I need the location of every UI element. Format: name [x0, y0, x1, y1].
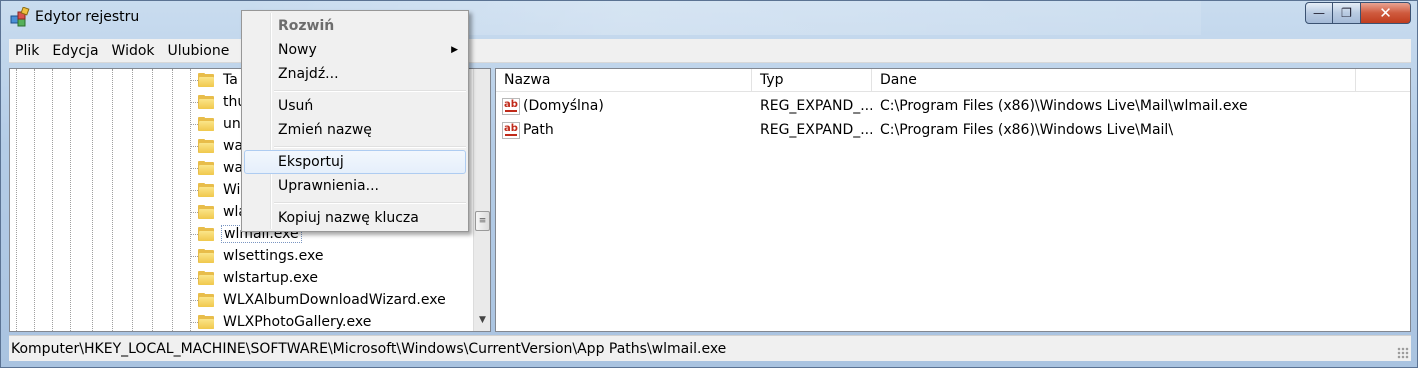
value-name: Path [523, 122, 554, 138]
menu-plik[interactable]: Plik [15, 43, 39, 59]
value-name: (Domyślna) [523, 98, 604, 114]
tree-item-label: WLXPhotoGallery.exe [223, 314, 372, 330]
ctx-new-label: Nowy [278, 42, 317, 58]
tree-item-label: Wi [223, 182, 241, 198]
context-menu: Rozwiń Nowy ▶ Znajdź... Usuń Zmień nazwę … [241, 10, 469, 232]
tree-item[interactable]: WLXAlbumDownloadWizard.exe [190, 289, 448, 311]
value-type: REG_EXPAND_... [760, 122, 872, 138]
menu-separator [274, 90, 466, 92]
registry-editor-app-icon [10, 7, 30, 27]
tree-item[interactable]: wlsettings.exe [190, 245, 448, 267]
value-name-cell: ab Path [496, 121, 752, 139]
folder-icon [198, 205, 215, 219]
window-controls: — ❐ ✕ [1305, 2, 1411, 24]
maximize-button[interactable]: ❐ [1333, 2, 1361, 24]
ctx-new[interactable]: Nowy ▶ [244, 38, 466, 62]
folder-icon [198, 271, 215, 285]
menu-bar: Plik Edycja Widok Ulubione [9, 39, 1411, 63]
value-name-cell: ab (Domyślna) [496, 97, 752, 115]
column-header-data[interactable]: Dane [872, 69, 1356, 92]
window-title: Edytor rejestru [35, 9, 140, 25]
folder-icon [198, 183, 215, 197]
folder-icon [198, 95, 215, 109]
status-path: Komputer\HKEY_LOCAL_MACHINE\SOFTWARE\Mic… [11, 341, 727, 357]
values-list-pane[interactable]: Nazwa Typ Dane ab (Domyślna) REG_EXPAND_.… [495, 68, 1411, 332]
minimize-button[interactable]: — [1305, 2, 1333, 24]
folder-icon [198, 293, 215, 307]
close-button[interactable]: ✕ [1361, 2, 1411, 24]
column-header-name[interactable]: Nazwa [496, 69, 752, 92]
scrollbar-thumb[interactable]: ≡ [475, 211, 490, 231]
folder-icon [198, 161, 215, 175]
string-value-icon: ab [502, 97, 520, 115]
menu-ulubione[interactable]: Ulubione [168, 43, 230, 59]
tree-connector-lines [10, 69, 191, 331]
menu-widok[interactable]: Widok [112, 43, 155, 59]
list-header: Nazwa Typ Dane [496, 69, 1410, 92]
value-data: C:\Program Files (x86)\Windows Live\Mail… [880, 122, 1174, 138]
ctx-rename[interactable]: Zmień nazwę [244, 118, 466, 142]
submenu-arrow-icon: ▶ [451, 45, 458, 55]
tree-item-label: wlstartup.exe [223, 270, 318, 286]
value-data: C:\Program Files (x86)\Windows Live\Mail… [880, 98, 1248, 114]
tree-item[interactable]: WLXPhotoGallery.exe [190, 311, 448, 331]
tree-item-label: Ta [223, 72, 238, 88]
registry-editor-window: Edytor rejestru — ❐ ✕ Plik Edycja Widok … [0, 0, 1418, 368]
folder-icon [198, 117, 215, 131]
tree-item-label: WLXAlbumDownloadWizard.exe [223, 292, 446, 308]
title-bar[interactable]: Edytor rejestru — ❐ ✕ [1, 1, 1417, 37]
value-row[interactable]: ab Path REG_EXPAND_... C:\Program Files (… [496, 118, 1410, 142]
folder-icon [198, 249, 215, 263]
status-bar: Komputer\HKEY_LOCAL_MACHINE\SOFTWARE\Mic… [9, 335, 1411, 361]
value-row[interactable]: ab (Domyślna) REG_EXPAND_... C:\Program F… [496, 94, 1410, 118]
ctx-export[interactable]: Eksportuj [244, 150, 466, 174]
ctx-copy-key-name[interactable]: Kopiuj nazwę klucza [244, 206, 466, 230]
ctx-permissions[interactable]: Uprawnienia... [244, 174, 466, 198]
tree-vertical-scrollbar[interactable]: ≡ ▼ [473, 69, 490, 331]
folder-icon [198, 139, 215, 153]
scroll-down-arrow-icon[interactable]: ▼ [474, 315, 490, 329]
string-value-icon: ab [502, 121, 520, 139]
ctx-expand[interactable]: Rozwiń [244, 14, 466, 38]
folder-icon [198, 227, 215, 241]
menu-separator [274, 202, 466, 204]
folder-icon [198, 73, 215, 87]
value-type: REG_EXPAND_... [760, 98, 872, 114]
tree-item-label: wlsettings.exe [223, 248, 324, 264]
menu-separator [274, 146, 466, 148]
ctx-find[interactable]: Znajdź... [244, 62, 466, 86]
ctx-delete[interactable]: Usuń [244, 94, 466, 118]
tree-item[interactable]: wlstartup.exe [190, 267, 448, 289]
column-header-type[interactable]: Typ [752, 69, 872, 92]
menu-edycja[interactable]: Edycja [52, 43, 98, 59]
resize-grip-icon[interactable] [1397, 347, 1409, 359]
folder-icon [198, 315, 215, 329]
